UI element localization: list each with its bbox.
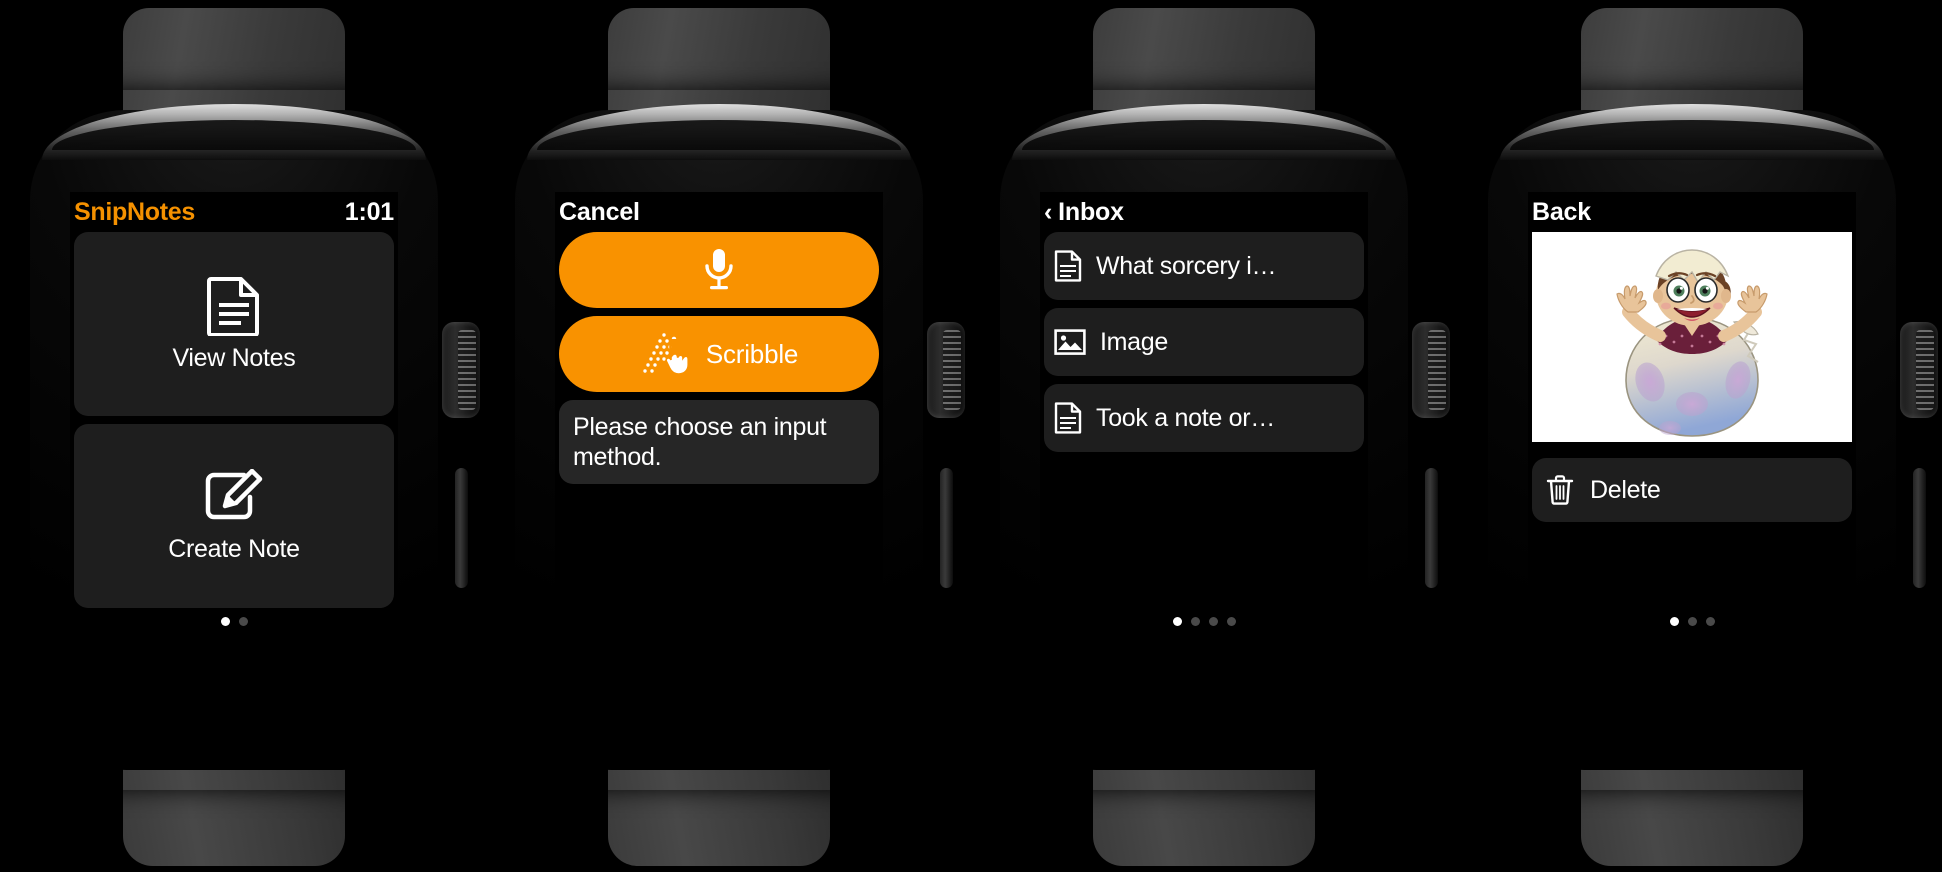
cancel-button[interactable]: Cancel xyxy=(559,198,640,227)
side-button[interactable] xyxy=(1425,468,1438,588)
input-method-message: Please choose an input method. xyxy=(573,413,827,471)
note-image[interactable] xyxy=(1532,232,1852,442)
watch-case: Back Delete xyxy=(1466,90,1938,790)
nav-bar: Back xyxy=(1528,192,1856,232)
watch-screen-input-method: Cancel Scribble Please choose an input m… xyxy=(555,192,883,634)
microphone-icon xyxy=(702,247,736,293)
list-item[interactable]: What sorcery i… xyxy=(1044,232,1364,300)
digital-crown[interactable] xyxy=(1412,322,1450,418)
scribble-label: Scribble xyxy=(705,338,799,369)
watch-case: Cancel Scribble Please choose an input m… xyxy=(493,90,965,790)
page-dot[interactable] xyxy=(238,616,248,626)
watch-case: ‹ Inbox What sorcery i… Image Took a not… xyxy=(978,90,1450,790)
digital-crown-ridges xyxy=(1916,330,1934,410)
document-icon xyxy=(1054,250,1082,282)
status-bar: SnipNotes 1:01 xyxy=(70,192,398,232)
input-method-body: Scribble Please choose an input method. xyxy=(555,232,883,634)
digital-crown[interactable] xyxy=(927,322,965,418)
app-title: SnipNotes xyxy=(74,197,195,226)
status-clock: 1:01 xyxy=(344,197,394,226)
digital-crown-ridges xyxy=(1428,330,1446,410)
menu-item-create-note[interactable]: Create Note xyxy=(74,424,394,608)
page-dots[interactable] xyxy=(1040,608,1368,634)
compose-note-icon xyxy=(204,468,264,527)
apple-watch-inbox-list: ‹ Inbox What sorcery i… Image Took a not… xyxy=(970,0,1450,872)
trash-icon xyxy=(1546,474,1574,506)
side-button[interactable] xyxy=(455,468,468,588)
nav-bar: ‹ Inbox xyxy=(1040,192,1368,232)
nav-title-label: Inbox xyxy=(1058,197,1124,226)
page-dot[interactable] xyxy=(1172,616,1182,626)
menu-item-label: Create Note xyxy=(168,534,300,563)
page-dot[interactable] xyxy=(1669,616,1679,626)
back-button[interactable]: Back xyxy=(1532,198,1591,227)
digital-crown-ridges xyxy=(943,330,961,410)
input-method-message-card: Please choose an input method. xyxy=(559,400,879,484)
document-icon xyxy=(1054,402,1082,434)
list-item[interactable]: Took a note or… xyxy=(1044,384,1364,452)
digital-crown[interactable] xyxy=(442,322,480,418)
page-dot[interactable] xyxy=(1208,616,1218,626)
apple-watch-input-method: Cancel Scribble Please choose an input m… xyxy=(485,0,965,872)
page-dot[interactable] xyxy=(1687,616,1697,626)
page-dots[interactable] xyxy=(1528,608,1856,634)
chevron-left-icon: ‹ xyxy=(1044,197,1053,226)
page-dot[interactable] xyxy=(1705,616,1715,626)
apple-watch-note-detail: Back Delete xyxy=(1458,0,1938,872)
side-button[interactable] xyxy=(940,468,953,588)
delete-label: Delete xyxy=(1590,475,1661,504)
watch-screen-main-menu: SnipNotes 1:01 View Notes Create Note xyxy=(70,192,398,634)
screenshot-stage: SnipNotes 1:01 View Notes Create Note Ca… xyxy=(0,0,1942,872)
page-dot[interactable] xyxy=(1226,616,1236,626)
page-dots[interactable] xyxy=(70,608,398,634)
digital-crown-ridges xyxy=(458,330,476,410)
list-item-label: Took a note or… xyxy=(1096,403,1275,432)
dictation-button[interactable] xyxy=(559,232,879,308)
note-detail-body: Delete xyxy=(1528,232,1856,608)
scribble-button[interactable]: Scribble xyxy=(559,316,879,392)
page-dot[interactable] xyxy=(220,616,230,626)
watch-screen-inbox: ‹ Inbox What sorcery i… Image Took a not… xyxy=(1040,192,1368,634)
delete-button[interactable]: Delete xyxy=(1532,458,1852,522)
inbox-list-body: What sorcery i… Image Took a note or… xyxy=(1040,232,1368,608)
main-menu-body: View Notes Create Note xyxy=(70,232,398,608)
list-item-label: What sorcery i… xyxy=(1096,251,1277,280)
document-icon xyxy=(207,276,261,336)
list-item-label: Image xyxy=(1100,327,1168,356)
watch-case: SnipNotes 1:01 View Notes Create Note xyxy=(8,90,480,790)
scribble-icon xyxy=(640,331,692,377)
nav-bar: Cancel xyxy=(555,192,883,232)
menu-item-view-notes[interactable]: View Notes xyxy=(74,232,394,416)
page-dot[interactable] xyxy=(1190,616,1200,626)
side-button[interactable] xyxy=(1913,468,1926,588)
list-item[interactable]: Image xyxy=(1044,308,1364,376)
apple-watch-main-menu: SnipNotes 1:01 View Notes Create Note xyxy=(0,0,480,872)
image-icon xyxy=(1054,328,1086,356)
back-to-inbox-button[interactable]: ‹ Inbox xyxy=(1044,198,1124,227)
menu-item-label: View Notes xyxy=(172,343,296,372)
digital-crown[interactable] xyxy=(1900,322,1938,418)
watch-screen-note-detail: Back Delete xyxy=(1528,192,1856,634)
